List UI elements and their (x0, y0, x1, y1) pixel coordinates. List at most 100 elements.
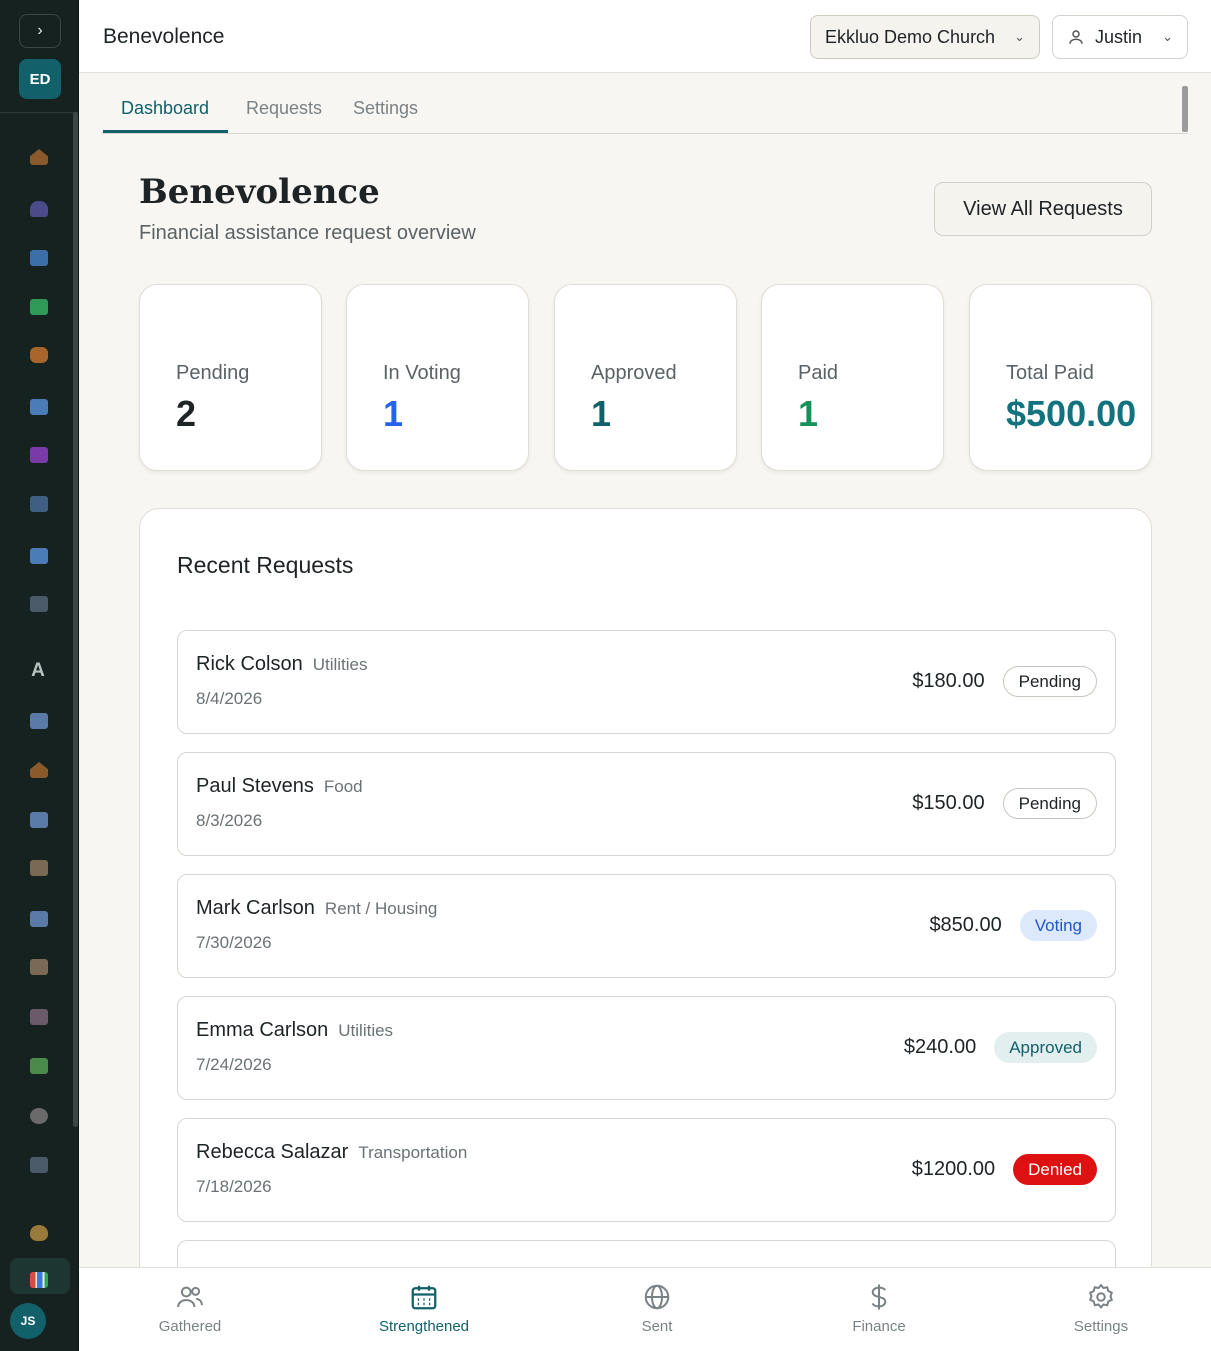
nav-label: Finance (852, 1318, 906, 1335)
stat-label: Paid (798, 362, 839, 384)
request-row[interactable]: Rebecca Salazar Transportation 7/18/2026 … (177, 1118, 1116, 1222)
nav-gathered[interactable]: Gathered (130, 1282, 250, 1335)
nav-settings[interactable]: Settings (1041, 1282, 1161, 1335)
sidebar-item-media[interactable] (28, 494, 50, 514)
stat-label: Approved (591, 362, 677, 384)
sidebar-item-calendar[interactable] (28, 711, 50, 731)
stat-label: Pending (176, 362, 250, 384)
sidebar-item-tasks[interactable] (28, 297, 50, 317)
calendar-icon (30, 911, 48, 927)
book-icon (30, 399, 48, 415)
sidebar-item-timer[interactable] (28, 1106, 50, 1126)
sidebar-item-events[interactable] (28, 909, 50, 929)
sidebar-item-home[interactable] (28, 147, 50, 167)
sidebar-item-letter[interactable]: A (28, 660, 48, 682)
sidebar-item-forms[interactable] (28, 957, 50, 977)
tab-dashboard[interactable]: Dashboard (121, 98, 209, 119)
dollar-icon (871, 1284, 887, 1310)
sidebar-item-giving[interactable] (28, 1223, 50, 1243)
request-date: 8/3/2026 (196, 811, 263, 830)
nav-sent[interactable]: Sent (597, 1282, 717, 1335)
stat-value: 2 (176, 393, 197, 434)
org-avatar[interactable]: ED (19, 59, 61, 99)
request-name: Rebecca Salazar (196, 1141, 349, 1163)
status-badge: Denied (1013, 1154, 1097, 1185)
user-menu[interactable]: Justin ⌄ (1052, 15, 1188, 59)
user-name: Justin (1095, 26, 1143, 47)
sidebar-item-videos[interactable] (28, 594, 50, 614)
org-selector[interactable]: Ekkluo Demo Church ⌄ (810, 15, 1040, 59)
request-name: Emma Carlson (196, 1019, 329, 1041)
sidebar-item-notes[interactable] (28, 858, 50, 878)
stat-value: $500.00 (1006, 393, 1137, 434)
request-amount: $240.00 (903, 1036, 977, 1058)
sidebar-item-volunteers[interactable] (28, 345, 50, 365)
open-book-icon (30, 548, 48, 564)
sidebar-item-studies[interactable] (28, 546, 50, 566)
request-date: 8/4/2026 (196, 689, 263, 708)
org-name: Ekkluo Demo Church (825, 26, 996, 47)
view-all-requests-button[interactable]: View All Requests (934, 182, 1152, 236)
sidebar-item-facilities[interactable] (28, 760, 50, 780)
request-date: 7/18/2026 (196, 1177, 272, 1196)
chevron-right-icon: › (37, 22, 43, 39)
sidebar-item-recordings[interactable] (28, 1155, 50, 1175)
stat-value: 1 (798, 393, 819, 434)
bottom-nav: Gathered Strengthened Sent Finance Setti… (79, 1267, 1211, 1351)
tab-settings[interactable]: Settings (353, 98, 418, 119)
request-row[interactable]: Rick Colson Utilities 8/4/2026 $180.00 Pe… (177, 630, 1116, 734)
sidebar-item-reports[interactable] (28, 1270, 50, 1290)
sidebar-item-schedule[interactable] (28, 810, 50, 830)
nav-strengthened[interactable]: Strengthened (364, 1282, 484, 1335)
stat-label: Total Paid (1006, 362, 1094, 384)
sidebar-divider (0, 112, 78, 113)
clapper-icon (30, 596, 48, 612)
stat-card-pending: Pending 2 (139, 284, 322, 471)
clipboard-icon (30, 860, 48, 876)
stat-label: In Voting (383, 362, 461, 384)
request-category: Utilities (338, 1021, 394, 1040)
sidebar-item-library[interactable] (28, 397, 50, 417)
request-name: Paul Stevens (196, 775, 314, 797)
sidebar-item-documents[interactable] (28, 1007, 50, 1027)
bar-chart-icon (30, 1272, 48, 1288)
sidebar-item-inbox[interactable] (28, 248, 50, 268)
nav-label: Strengthened (378, 1318, 470, 1335)
people-icon (177, 1286, 203, 1308)
request-category: Rent / Housing (324, 899, 438, 918)
request-amount: $150.00 (912, 792, 985, 814)
user-icon (1069, 30, 1083, 44)
recent-requests-title: Recent Requests (177, 552, 354, 578)
main-scrollbar[interactable] (1182, 86, 1188, 132)
user-avatar[interactable]: JS (10, 1303, 46, 1339)
stat-card-approved: Approved 1 (554, 284, 737, 471)
request-category: Transportation (358, 1143, 468, 1162)
request-row[interactable]: Mark Carlson Rent / Housing 7/30/2026 $85… (177, 874, 1116, 978)
cross-icon (30, 447, 48, 463)
sidebar-expand-button[interactable]: › (19, 14, 61, 48)
document-icon (30, 1009, 48, 1025)
sidebar-item-worship[interactable] (28, 445, 50, 465)
globe-icon (644, 1284, 670, 1310)
page-subtitle: Financial assistance request overview (139, 222, 476, 244)
calendar-icon (30, 812, 48, 828)
stat-value: 1 (383, 393, 404, 434)
nav-finance[interactable]: Finance (819, 1282, 939, 1335)
checkbox-icon (30, 299, 48, 315)
request-row[interactable]: Paul Stevens Food 8/3/2026 $150.00 Pendin… (177, 752, 1116, 856)
request-category: Food (323, 777, 363, 796)
sidebar-item-people[interactable] (28, 199, 50, 219)
sidebar-item-groups[interactable] (28, 1056, 50, 1076)
stat-card-in-voting: In Voting 1 (346, 284, 529, 471)
top-header: Benevolence Ekkluo Demo Church ⌄ Justin … (79, 0, 1211, 73)
volunteer-icon (30, 347, 48, 363)
sidebar-scrollbar[interactable] (73, 112, 78, 1127)
clipboard-icon (30, 959, 48, 975)
request-row[interactable]: Emma Carlson Utilities 7/24/2026 $240.00 … (177, 996, 1116, 1100)
status-badge: Pending (1002, 788, 1097, 819)
tab-requests[interactable]: Requests (246, 98, 322, 119)
status-badge: Approved (994, 1032, 1097, 1063)
request-name: Rick Colson (196, 653, 303, 675)
calendar-icon (30, 713, 48, 729)
stat-card-total-paid: Total Paid $500.00 (969, 284, 1152, 471)
